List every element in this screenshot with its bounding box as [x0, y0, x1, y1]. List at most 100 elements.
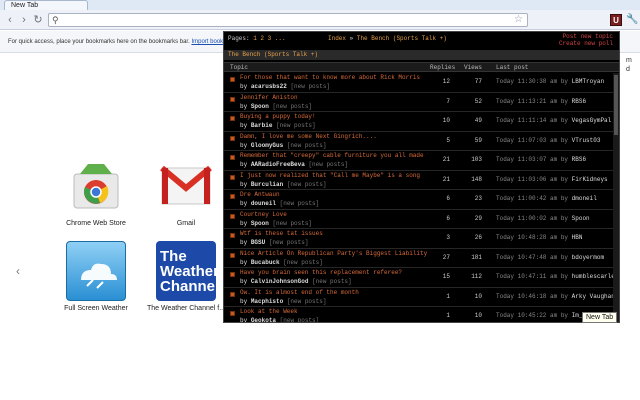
topic-author[interactable]: Barbie: [251, 122, 273, 129]
new-posts-tag[interactable]: [new posts]: [283, 259, 323, 266]
topic-title-link[interactable]: Look at the Week: [240, 308, 298, 315]
last-post-author[interactable]: Spoon: [572, 215, 590, 222]
topic-author[interactable]: acarusbs22: [251, 83, 287, 90]
topic-title-link[interactable]: Damn, I love me some Next Gingrich....: [240, 133, 377, 140]
table-row[interactable]: Courtney Love by Spoon [new posts] 6 29 Toda…: [224, 210, 619, 229]
topic-author[interactable]: Macphisto: [251, 298, 283, 305]
last-post-author[interactable]: VTrust03: [572, 137, 601, 144]
by-word: by: [560, 175, 569, 183]
topic-title-link[interactable]: Courtney Love: [240, 211, 287, 218]
new-posts-tag[interactable]: [new posts]: [308, 161, 348, 168]
app-weather-channel[interactable]: The Weather Channel The Weather Channel …: [146, 241, 226, 312]
col-topic: Topic: [230, 64, 249, 71]
topic-author[interactable]: Spoon: [251, 103, 269, 110]
last-post-author[interactable]: RBS6: [572, 98, 586, 105]
breadcrumb-index[interactable]: Index: [328, 35, 346, 42]
last-post-author[interactable]: LBMTroyan: [572, 78, 604, 85]
topic-title-link[interactable]: Buying a puppy today!: [240, 113, 316, 120]
omnibox[interactable]: ⚲ ☆: [48, 13, 528, 27]
forum-popup: Pages: 1 2 3 ... Index » The Bench (Spor…: [223, 31, 620, 323]
topic-views: 181: [471, 253, 482, 261]
table-row[interactable]: Remember that "creepy" cable furniture y…: [224, 151, 619, 171]
topic-title-link[interactable]: Jennifer Aniston: [240, 94, 298, 101]
new-posts-tag[interactable]: [new posts]: [269, 239, 309, 246]
topic-title-link[interactable]: I just now realized that "Call me Maybe"…: [240, 172, 420, 179]
last-post-author[interactable]: dmoneil: [572, 195, 597, 202]
table-row[interactable]: Nice Article On Republican Party's Bigge…: [224, 249, 619, 268]
new-posts-tag[interactable]: [new posts]: [272, 220, 312, 227]
topic-author[interactable]: AARadioFreeBeva: [251, 161, 305, 168]
topic-author[interactable]: Bucabuck: [251, 259, 280, 266]
table-row[interactable]: Damn, I love me some Next Gingrich.... by…: [224, 132, 619, 151]
forward-button[interactable]: ›: [18, 13, 30, 27]
post-new-topic-link[interactable]: Post new topic: [559, 33, 613, 40]
topic-last-post: Today 11:00:42 am by dmoneil: [496, 195, 597, 202]
table-row[interactable]: Have you brain seen this replacement ref…: [224, 268, 619, 288]
app-chrome-web-store[interactable]: Chrome Web Store: [56, 156, 136, 227]
topic-title-link[interactable]: Remember that "creepy" cable furniture y…: [240, 152, 428, 159]
topic-author[interactable]: CalvinJohnsonGod: [251, 278, 309, 285]
by-word: by: [560, 292, 569, 300]
new-posts-tag[interactable]: [new posts]: [287, 181, 327, 188]
topic-author[interactable]: Burculian: [251, 181, 283, 188]
new-posts-tag[interactable]: [new posts]: [287, 142, 327, 149]
back-button[interactable]: ‹: [4, 13, 16, 27]
last-post-author[interactable]: bdoyermom: [572, 254, 604, 261]
new-posts-tag[interactable]: [new posts]: [312, 278, 352, 285]
reload-button[interactable]: ↻: [32, 13, 44, 27]
topic-title-link[interactable]: Ow. It is almost end of the month: [240, 289, 359, 296]
scrollbar-thumb[interactable]: [614, 75, 618, 135]
new-posts-tag[interactable]: [new posts]: [290, 83, 330, 90]
new-posts-tag[interactable]: [new posts]: [272, 103, 312, 110]
topic-author[interactable]: GloomyGus: [251, 142, 283, 149]
app-full-screen-weather[interactable]: Full Screen Weather: [56, 241, 136, 312]
topic-author[interactable]: Geokota: [251, 317, 276, 322]
topic-author[interactable]: Spoon: [251, 220, 269, 227]
table-row[interactable]: Ow. It is almost end of the month by Macp…: [224, 288, 619, 307]
post-actions: Post new topic Create new poll: [559, 33, 613, 47]
topic-author[interactable]: BGSU: [251, 239, 265, 246]
address-input[interactable]: [63, 15, 503, 25]
by-word: by: [560, 195, 569, 202]
topic-author[interactable]: douneil: [251, 200, 276, 207]
create-new-poll-link[interactable]: Create new poll: [559, 40, 613, 47]
last-post-author[interactable]: humblescarlet: [572, 273, 619, 280]
topic-title-link[interactable]: Have you brain seen this replacement ref…: [240, 269, 402, 276]
pagination: Pages: 1 2 3 ...: [228, 35, 286, 42]
table-row[interactable]: For those that want to know more about R…: [224, 73, 619, 93]
bookmark-star-icon[interactable]: ☆: [514, 14, 523, 26]
last-post-author[interactable]: FirKidneys: [572, 176, 608, 183]
last-post-author[interactable]: HBN: [572, 234, 583, 241]
page-links[interactable]: 1 2 3 ...: [253, 35, 285, 42]
popup-header: Pages: 1 2 3 ... Index » The Bench (Spor…: [224, 32, 619, 48]
topic-replies: 7: [446, 97, 450, 105]
last-post-author[interactable]: RBS6: [572, 156, 586, 163]
topic-title-link[interactable]: Dre Antwaun: [240, 191, 280, 198]
topic-last-post: Today 10:46:18 am by Arky Vaughan: [496, 293, 615, 300]
new-posts-tag[interactable]: [new posts]: [280, 317, 320, 322]
app-gmail[interactable]: Gmail: [146, 156, 226, 227]
topic-title-link[interactable]: Wtf is these tat issues: [240, 230, 323, 237]
topic-title-link[interactable]: For those that want to know more about R…: [240, 74, 420, 81]
table-row[interactable]: I just now realized that "Call me Maybe"…: [224, 171, 619, 190]
tab-new-tab[interactable]: New Tab: [4, 0, 88, 10]
popup-scrollbar[interactable]: [613, 73, 619, 322]
new-posts-tag[interactable]: [new posts]: [280, 200, 320, 207]
last-post-author[interactable]: Arky Vaughan: [572, 293, 615, 300]
new-posts-tag[interactable]: [new posts]: [276, 122, 316, 129]
last-post-author[interactable]: VegasGymPal: [572, 117, 612, 124]
table-row[interactable]: Wtf is these tat issues by BGSU [new post…: [224, 229, 619, 249]
topic-status-icon: [230, 233, 235, 238]
last-post-time: Today 10:47:11 am: [496, 273, 558, 280]
table-row[interactable]: Dre Antwaun by douneil [new posts] 6 23 Toda…: [224, 190, 619, 210]
last-post-time: Today 11:07:03 am: [496, 136, 558, 144]
table-row[interactable]: Look at the Week by Geokota [new posts] 1 1…: [224, 307, 619, 322]
breadcrumb-current[interactable]: The Bench (Sports Talk +): [357, 35, 447, 42]
new-posts-tag[interactable]: [new posts]: [287, 298, 327, 305]
table-row[interactable]: Jennifer Aniston by Spoon [new posts] 7 52 T…: [224, 93, 619, 112]
prev-page-arrow-icon[interactable]: ‹: [16, 264, 20, 278]
extension-button[interactable]: U: [610, 14, 622, 26]
topic-title-link[interactable]: Nice Article On Republican Party's Bigge…: [240, 250, 427, 257]
table-row[interactable]: Buying a puppy today! by Barbie [new post…: [224, 112, 619, 132]
wrench-menu-icon[interactable]: 🔧: [626, 13, 638, 27]
